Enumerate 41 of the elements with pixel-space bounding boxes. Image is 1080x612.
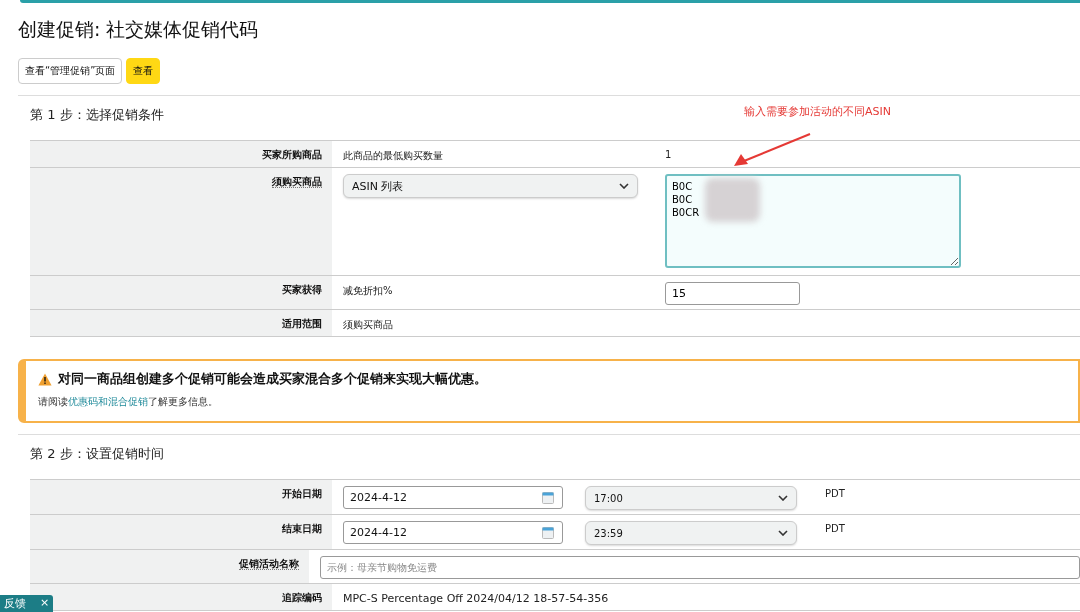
chevron-icon <box>778 495 788 501</box>
field-label: 追踪编码 <box>282 592 322 603</box>
field-value: 1 <box>665 148 672 160</box>
asin-select[interactable]: ASIN 列表 <box>343 174 638 198</box>
field-label: 买家所购商品 <box>262 149 322 160</box>
chevron-icon <box>619 183 629 189</box>
page-title: 创建促销: 社交媒体促销代码 <box>18 17 260 42</box>
tracking-code: MPC-S Percentage Off 2024/04/12 18-57-54-356 <box>343 591 609 605</box>
calendar-icon <box>542 491 554 504</box>
calendar-icon <box>542 526 554 539</box>
feedback-tab[interactable]: 反馈 × <box>0 595 54 612</box>
close-icon[interactable]: × <box>40 596 50 611</box>
discount-input[interactable]: 15 <box>665 282 800 305</box>
field-value: 此商品的最低购买数量 <box>343 149 444 163</box>
section-heading: 第 1 步：选择促销条件 <box>30 106 164 124</box>
field-value: 须购买商品 <box>343 318 393 332</box>
field-label: 适用范围 <box>282 318 322 329</box>
redaction-mark <box>705 178 760 222</box>
field-value: 减免折扣% <box>343 284 394 298</box>
field-label: 须购买商品 <box>272 176 322 188</box>
field-label: 结束日期 <box>282 523 322 534</box>
annotation-text: 输入需要参加活动的不同ASIN <box>744 104 891 119</box>
manage-promotions-button[interactable]: 查看“管理促销”页面 <box>18 58 123 84</box>
promotion-name-input[interactable]: 示例：母亲节购物免运费 <box>320 556 1080 579</box>
alert-message: 请阅读优惠码和混合促销了解更多信息。 <box>38 396 219 409</box>
time-select[interactable]: 17:00 <box>585 486 797 510</box>
alert-title: 对同一商品组创建多个促销可能会造成买家混合多个促销来实现大幅优惠。 <box>58 371 487 388</box>
date-field[interactable]: 2024-4-12 <box>343 521 563 544</box>
date-field[interactable]: 2024-4-12 <box>343 486 563 509</box>
field-label: 促销活动名称 <box>239 558 299 570</box>
warning-icon <box>38 373 52 386</box>
timezone-label: PDT <box>825 522 845 534</box>
field-label: 开始日期 <box>282 488 322 499</box>
chevron-icon <box>778 530 788 536</box>
time-select[interactable]: 23:59 <box>585 521 797 545</box>
asin-textarea[interactable]: B0C B0C B0CR <box>665 174 961 268</box>
section-heading: 第 2 步：设置促销时间 <box>30 445 164 463</box>
promo-link[interactable]: 优惠码和混合促销 <box>68 396 148 407</box>
timezone-label: PDT <box>825 487 845 499</box>
view-button[interactable]: 查看 <box>126 58 161 84</box>
field-label: 买家获得 <box>282 284 322 295</box>
